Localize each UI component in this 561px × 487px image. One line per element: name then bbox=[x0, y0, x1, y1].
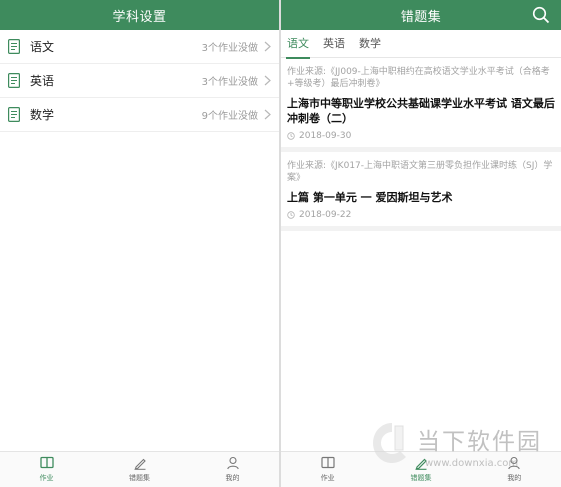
pen-icon bbox=[415, 458, 427, 470]
nav-homework[interactable]: 作业 bbox=[0, 452, 93, 487]
nav-label: 我的 bbox=[225, 474, 240, 482]
card-date-row: 2018-09-22 bbox=[287, 210, 555, 220]
nav-label: 我的 bbox=[507, 474, 522, 482]
card-date: 2018-09-30 bbox=[299, 131, 352, 141]
page-title: 学科设置 bbox=[112, 9, 167, 25]
nav-label: 作业 bbox=[320, 474, 335, 482]
left-header: 学科设置 bbox=[0, 0, 279, 30]
pending-count: 3个作业没做 bbox=[201, 43, 258, 54]
subject-name: 数学 bbox=[30, 108, 55, 122]
nav-mistakes[interactable]: 错题集 bbox=[374, 452, 467, 487]
subject-tabs: 语文 英语 数学 bbox=[281, 30, 561, 59]
book-icon bbox=[321, 456, 335, 469]
nav-label: 错题集 bbox=[410, 474, 432, 482]
bottom-tab-bar: 作业 错题集 我的 bbox=[281, 451, 561, 487]
chevron-right-icon bbox=[264, 109, 271, 120]
subject-list: 语文 3个作业没做 英语 3个作业没做 数学 9个作业没做 bbox=[0, 30, 279, 132]
mistake-card[interactable]: 作业来源:《JK017-上海中职语文第三册零负担作业课时练（SJ）学案》 上篇 … bbox=[281, 152, 561, 231]
tab-math[interactable]: 数学 bbox=[359, 30, 381, 58]
document-icon bbox=[8, 107, 20, 122]
homework-source: 作业来源:《JK017-上海中职语文第三册零负担作业课时练（SJ）学案》 bbox=[287, 161, 553, 183]
search-icon[interactable] bbox=[532, 6, 550, 24]
mistake-card[interactable]: 作业来源:《JJ009-上海中职相约在高校语文学业水平考试（合格考+等级考）最后… bbox=[281, 58, 561, 152]
document-icon bbox=[8, 39, 20, 54]
card-title: 上篇 第一单元 一 爱因斯坦与艺术 bbox=[287, 191, 453, 204]
card-title: 上海市中等职业学校公共基础课学业水平考试 语文最后冲刺卷（二） bbox=[287, 97, 555, 125]
chevron-right-icon bbox=[264, 41, 271, 52]
right-header: 错题集 bbox=[281, 0, 561, 30]
nav-mistakes[interactable]: 错题集 bbox=[93, 452, 186, 487]
homework-source: 作业来源:《JJ009-上海中职相约在高校语文学业水平考试（合格考+等级考）最后… bbox=[287, 67, 550, 89]
nav-label: 作业 bbox=[39, 474, 54, 482]
book-icon bbox=[39, 456, 54, 469]
pen-icon bbox=[134, 458, 146, 470]
tab-english[interactable]: 英语 bbox=[323, 30, 345, 58]
card-date: 2018-09-22 bbox=[299, 210, 352, 220]
clock-icon bbox=[287, 132, 295, 140]
subject-name: 英语 bbox=[30, 74, 55, 88]
pending-count: 3个作业没做 bbox=[201, 77, 258, 88]
card-date-row: 2018-09-30 bbox=[287, 131, 555, 141]
page-title: 错题集 bbox=[400, 9, 442, 25]
subject-settings-screen: 学科设置 语文 3个作业没做 英语 3个作业没做 数学 9个作业没做 作业 错题… bbox=[0, 0, 279, 487]
clock-icon bbox=[287, 211, 295, 219]
tab-chinese[interactable]: 语文 bbox=[286, 30, 310, 59]
nav-label: 错题集 bbox=[129, 474, 150, 482]
subject-row-chinese[interactable]: 语文 3个作业没做 bbox=[0, 30, 279, 64]
user-icon bbox=[508, 456, 521, 470]
subject-row-english[interactable]: 英语 3个作业没做 bbox=[0, 64, 279, 98]
subject-name: 语文 bbox=[30, 40, 55, 54]
nav-profile[interactable]: 我的 bbox=[468, 452, 561, 487]
document-icon bbox=[8, 73, 20, 88]
chevron-right-icon bbox=[264, 75, 271, 86]
nav-homework[interactable]: 作业 bbox=[281, 452, 374, 487]
mistake-collection-screen: 错题集 语文 英语 数学 作业来源:《JJ009-上海中职相约在高校语文学业水平… bbox=[281, 0, 561, 487]
pending-count: 9个作业没做 bbox=[201, 111, 258, 122]
subject-row-math[interactable]: 数学 9个作业没做 bbox=[0, 98, 279, 132]
bottom-tab-bar: 作业 错题集 我的 bbox=[0, 451, 279, 487]
nav-profile[interactable]: 我的 bbox=[186, 452, 279, 487]
user-icon bbox=[226, 456, 239, 470]
